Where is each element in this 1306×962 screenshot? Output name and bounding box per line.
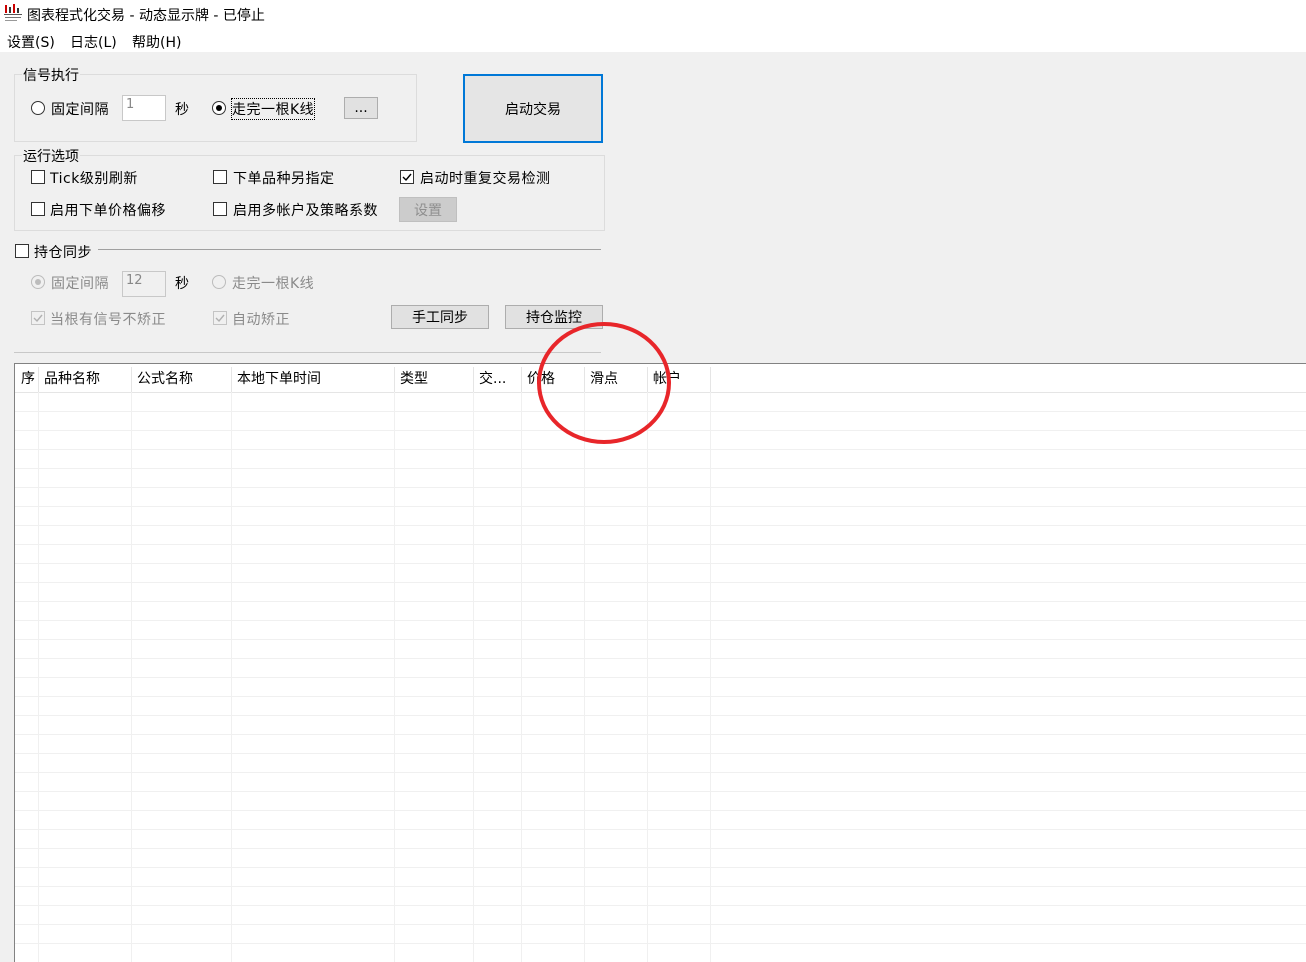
- ellipsis-button[interactable]: ...: [344, 97, 378, 119]
- table-row[interactable]: [15, 792, 1306, 811]
- bottom-divider: [14, 352, 601, 353]
- manual-sync-button[interactable]: 手工同步: [391, 305, 489, 329]
- table-row[interactable]: [15, 526, 1306, 545]
- order-symbol-checkbox[interactable]: [213, 170, 227, 184]
- grid-column-divider: [710, 392, 711, 962]
- grid-header: 序 品种名称 公式名称 本地下单时间 类型 交... 价格 滑点 帐户: [15, 367, 1306, 393]
- table-row[interactable]: [15, 431, 1306, 450]
- table-row[interactable]: [15, 545, 1306, 564]
- fixed-interval-radio[interactable]: [31, 101, 45, 115]
- table-row[interactable]: [15, 450, 1306, 469]
- table-row[interactable]: [15, 678, 1306, 697]
- title-bar: 图表程式化交易 - 动态显示牌 - 已停止: [0, 0, 1306, 30]
- table-row[interactable]: [15, 735, 1306, 754]
- col-header-type[interactable]: 类型: [395, 367, 474, 392]
- table-row[interactable]: [15, 488, 1306, 507]
- check-icon: [402, 173, 412, 182]
- order-grid[interactable]: 序 品种名称 公式名称 本地下单时间 类型 交... 价格 滑点 帐户: [14, 363, 1306, 962]
- tick-refresh-checkbox[interactable]: [31, 170, 45, 184]
- col-header-account[interactable]: 帐户: [648, 367, 711, 392]
- sync-fixed-interval-label: 固定间隔: [51, 276, 109, 292]
- sync-seconds-label: 秒: [175, 276, 190, 292]
- col-header-price[interactable]: 价格: [522, 367, 585, 392]
- table-row[interactable]: [15, 697, 1306, 716]
- table-row[interactable]: [15, 640, 1306, 659]
- repeat-check-label: 启动时重复交易检测: [420, 171, 551, 187]
- table-row[interactable]: [15, 716, 1306, 735]
- table-row[interactable]: [15, 754, 1306, 773]
- table-row[interactable]: [15, 830, 1306, 849]
- run-options-legend: 运行选项: [22, 146, 80, 166]
- start-trading-button[interactable]: 启动交易: [463, 74, 603, 143]
- signal-exec-legend: 信号执行: [22, 65, 80, 85]
- grid-column-divider: [647, 392, 648, 962]
- grid-column-divider: [584, 392, 585, 962]
- no-signal-fix-checkbox[interactable]: [31, 311, 45, 325]
- tick-refresh-label: Tick级别刷新: [50, 171, 138, 187]
- menu-help[interactable]: 帮助(H): [132, 32, 181, 52]
- table-row[interactable]: [15, 583, 1306, 602]
- table-row[interactable]: [15, 602, 1306, 621]
- interval-input[interactable]: 1: [122, 95, 166, 121]
- menu-log[interactable]: 日志(L): [70, 32, 117, 52]
- sync-kline-label: 走完一根K线: [232, 276, 315, 292]
- table-row[interactable]: [15, 412, 1306, 431]
- grid-column-divider: [473, 392, 474, 962]
- seconds-label: 秒: [175, 102, 190, 118]
- table-row[interactable]: [15, 887, 1306, 906]
- table-row[interactable]: [15, 393, 1306, 412]
- position-sync-divider: [98, 249, 601, 250]
- table-row[interactable]: [15, 868, 1306, 887]
- table-row[interactable]: [15, 507, 1306, 526]
- table-row[interactable]: [15, 849, 1306, 868]
- table-row[interactable]: [15, 925, 1306, 944]
- auto-fix-label: 自动矫正: [232, 312, 290, 328]
- position-sync-label: 持仓同步: [34, 245, 92, 261]
- table-row[interactable]: [15, 659, 1306, 678]
- table-row[interactable]: [15, 773, 1306, 792]
- table-row[interactable]: [15, 811, 1306, 830]
- table-row[interactable]: [15, 564, 1306, 583]
- col-header-index[interactable]: 序: [15, 367, 39, 392]
- setup-button[interactable]: 设置: [399, 197, 457, 222]
- sync-interval-input[interactable]: 12: [122, 271, 166, 297]
- menu-bar: 设置(S) 日志(L) 帮助(H): [0, 30, 1306, 52]
- multi-account-checkbox[interactable]: [213, 202, 227, 216]
- repeat-check-checkbox[interactable]: [400, 170, 414, 184]
- sync-fixed-interval-radio[interactable]: [31, 275, 45, 289]
- multi-account-label: 启用多帐户及策略系数: [233, 203, 378, 219]
- check-icon: [215, 314, 225, 323]
- position-monitor-button[interactable]: 持仓监控: [505, 305, 603, 329]
- kline-label: 走完一根K线: [230, 98, 316, 120]
- order-symbol-label: 下单品种另指定: [233, 171, 335, 187]
- menu-settings[interactable]: 设置(S): [7, 32, 55, 52]
- position-sync-checkbox[interactable]: [15, 244, 29, 258]
- table-row[interactable]: [15, 906, 1306, 925]
- table-row[interactable]: [15, 469, 1306, 488]
- col-header-exchange[interactable]: 交...: [474, 367, 522, 392]
- table-row[interactable]: [15, 621, 1306, 640]
- grid-column-divider: [131, 392, 132, 962]
- fixed-interval-label: 固定间隔: [51, 102, 109, 118]
- price-offset-label: 启用下单价格偏移: [50, 203, 166, 219]
- sync-kline-radio[interactable]: [212, 275, 226, 289]
- price-offset-checkbox[interactable]: [31, 202, 45, 216]
- kline-radio[interactable]: [212, 101, 226, 115]
- col-header-order-time[interactable]: 本地下单时间: [232, 367, 395, 392]
- grid-column-divider: [521, 392, 522, 962]
- col-header-formula[interactable]: 公式名称: [132, 367, 232, 392]
- col-header-symbol[interactable]: 品种名称: [39, 367, 132, 392]
- table-row[interactable]: [15, 944, 1306, 962]
- grid-column-divider: [38, 392, 39, 962]
- auto-fix-checkbox[interactable]: [213, 311, 227, 325]
- check-icon: [33, 314, 43, 323]
- no-signal-fix-label: 当根有信号不矫正: [50, 312, 166, 328]
- grid-column-divider: [394, 392, 395, 962]
- window-title: 图表程式化交易 - 动态显示牌 - 已停止: [27, 8, 265, 24]
- grid-column-divider: [231, 392, 232, 962]
- chart-trading-app-icon: [4, 4, 22, 24]
- col-header-slippage[interactable]: 滑点: [585, 367, 648, 392]
